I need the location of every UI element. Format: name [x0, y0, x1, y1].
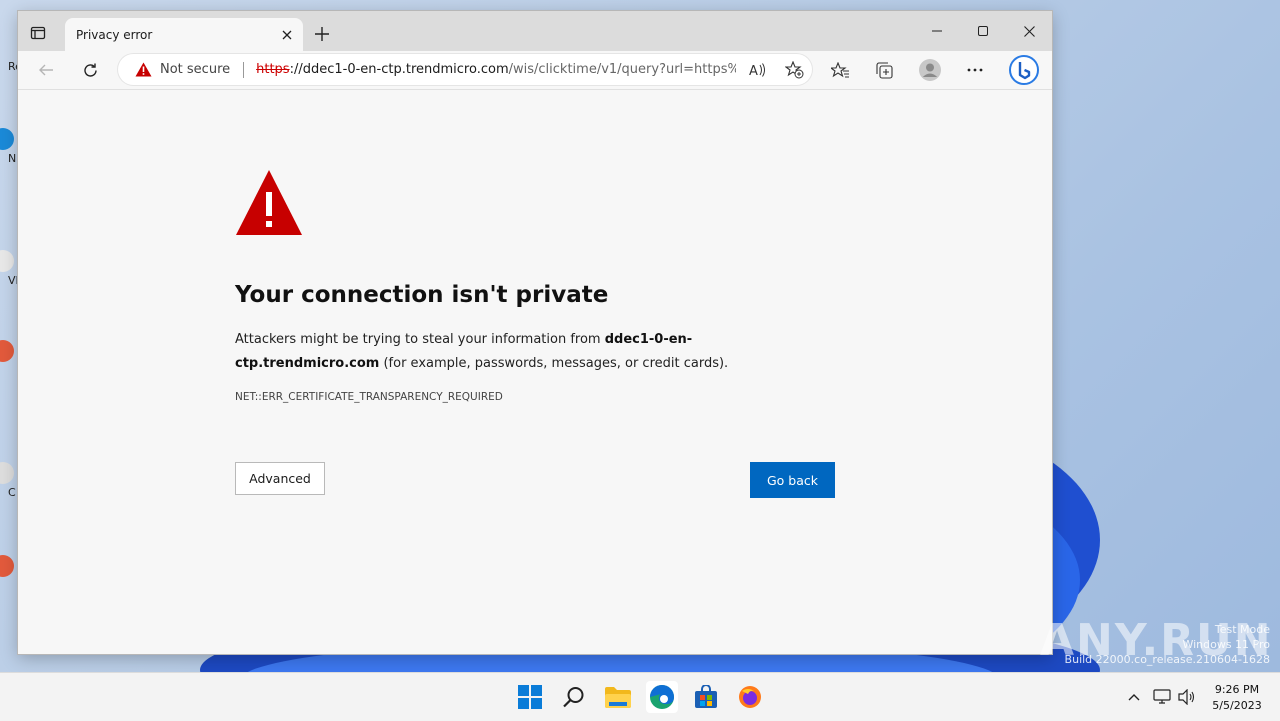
- anyrun-watermark: ANY.RUN Test Mode Windows 11 Pro Build 2…: [1040, 610, 1275, 670]
- volume-button[interactable]: [1177, 687, 1197, 707]
- read-aloud-icon: A: [749, 62, 766, 78]
- desc-suffix: (for example, passwords, messages, or cr…: [379, 356, 729, 371]
- minimize-icon: [932, 30, 942, 32]
- advanced-button[interactable]: Advanced: [235, 462, 325, 495]
- read-aloud-button[interactable]: A: [746, 58, 770, 82]
- tab-privacy-error[interactable]: Privacy error: [65, 18, 303, 51]
- address-separator: [243, 61, 245, 78]
- system-clock[interactable]: 9:26 PM 5/5/2023: [1200, 682, 1274, 714]
- tab-close-button[interactable]: [275, 23, 299, 47]
- plus-icon: [315, 27, 329, 41]
- tab-strip: Privacy error: [18, 11, 1052, 51]
- start-button[interactable]: [514, 681, 546, 713]
- acrobat-icon: [0, 555, 14, 577]
- new-tab-button[interactable]: [310, 22, 334, 46]
- bing-copilot-button[interactable]: [1008, 54, 1040, 86]
- favorites-button[interactable]: [826, 57, 854, 83]
- security-status-label[interactable]: Not secure: [160, 62, 230, 77]
- url-host: ://ddec1-0-en-ctp.trendmicro.com: [289, 62, 509, 77]
- watermark-line-2: Windows 11 Pro: [1182, 638, 1270, 651]
- close-icon: [1023, 25, 1035, 37]
- network-button[interactable]: [1152, 687, 1172, 707]
- chrome-icon: [0, 340, 14, 362]
- avatar-icon: [919, 59, 941, 81]
- firefox-button[interactable]: [734, 681, 766, 713]
- vlc-icon: [0, 250, 14, 272]
- network-icon: [1153, 689, 1171, 704]
- windows-logo-icon: [518, 685, 542, 709]
- firefox-icon: [739, 686, 761, 708]
- edge-icon: [0, 128, 14, 150]
- maximize-icon: [978, 26, 988, 36]
- clock-date: 5/5/2023: [1212, 699, 1262, 712]
- ellipsis-icon: [967, 68, 983, 72]
- close-icon: [282, 30, 292, 39]
- warning-triangle-icon: [135, 61, 153, 79]
- error-page: Your connection isn't private Attackers …: [18, 90, 1052, 654]
- tab-title: Privacy error: [76, 27, 153, 42]
- clock-time: 9:26 PM: [1214, 683, 1260, 696]
- speaker-icon: [1178, 689, 1195, 705]
- show-hidden-icons-button[interactable]: [1124, 687, 1144, 707]
- warning-triangle-icon: [236, 170, 302, 235]
- collections-icon: [875, 61, 893, 79]
- go-back-button[interactable]: Go back: [750, 462, 835, 498]
- url-scheme: https: [256, 62, 290, 77]
- error-code: NET::ERR_CERTIFICATE_TRANSPARENCY_REQUIR…: [235, 391, 503, 403]
- app-icon: [0, 462, 14, 484]
- browser-window: Privacy error Not secure https://ddec1-0…: [18, 11, 1052, 654]
- desc-prefix: Attackers might be trying to steal your …: [235, 332, 605, 347]
- edge-icon: [650, 685, 674, 709]
- chevron-up-icon: [1128, 694, 1140, 701]
- back-button[interactable]: [32, 57, 60, 83]
- taskbar: 9:26 PM 5/5/2023: [0, 672, 1280, 721]
- url-path: /wis/clicktime/v1/query?url=https%3a...: [508, 62, 737, 77]
- favorites-icon: [831, 61, 849, 77]
- store-button[interactable]: [690, 681, 722, 713]
- collections-button[interactable]: [870, 57, 898, 83]
- arrow-left-icon: [39, 64, 53, 76]
- refresh-button[interactable]: [76, 57, 104, 83]
- minimize-button[interactable]: [914, 19, 960, 43]
- bing-icon: [1009, 55, 1039, 85]
- edge-taskbar-button[interactable]: [646, 681, 678, 713]
- settings-more-button[interactable]: [961, 57, 989, 83]
- svg-text:A: A: [749, 64, 758, 78]
- star-add-icon: [784, 60, 804, 78]
- folder-icon: [605, 687, 631, 708]
- watermark-line-1: Test Mode: [1214, 623, 1270, 636]
- store-icon: [695, 685, 717, 708]
- url-text[interactable]: https://ddec1-0-en-ctp.trendmicro.com/wi…: [256, 62, 736, 77]
- navigation-toolbar: Not secure https://ddec1-0-en-ctp.trendm…: [18, 51, 1052, 90]
- error-description: Attackers might be trying to steal your …: [235, 328, 835, 376]
- profile-button[interactable]: [916, 57, 944, 83]
- search-icon: [563, 687, 584, 708]
- refresh-icon: [83, 63, 97, 77]
- add-favorite-button[interactable]: [782, 58, 806, 82]
- tab-actions-icon: [30, 26, 46, 40]
- maximize-button[interactable]: [960, 19, 1006, 43]
- tab-actions-button[interactable]: [28, 23, 48, 43]
- watermark-line-3: Build 22000.co_release.210604-1628: [1064, 653, 1270, 666]
- search-button[interactable]: [558, 681, 590, 713]
- file-explorer-button[interactable]: [602, 681, 634, 713]
- anyrun-logo: ANY.RUN: [1040, 615, 1273, 666]
- window-close-button[interactable]: [1006, 19, 1052, 43]
- address-bar[interactable]: Not secure https://ddec1-0-en-ctp.trendm…: [118, 54, 812, 85]
- page-title: Your connection isn't private: [235, 282, 609, 308]
